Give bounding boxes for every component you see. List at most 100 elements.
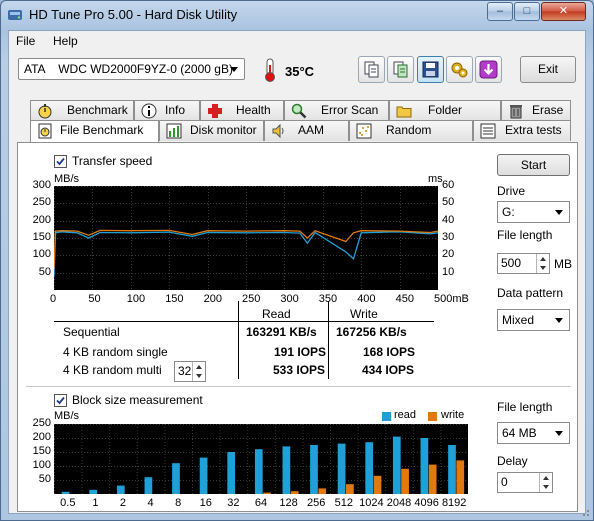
tab-error-scan[interactable]: Error Scan [284, 100, 389, 121]
transfer-left-unit: MB/s [54, 173, 80, 185]
start-button[interactable]: Start [497, 154, 570, 176]
block-bar-read-16 [199, 457, 208, 494]
tab-random-access[interactable]: Random Access [349, 120, 473, 156]
transfer-right-unit: ms [428, 173, 443, 185]
delay-spin-buttons[interactable] [539, 473, 552, 492]
tab-disk-monitor[interactable]: Disk monitor [159, 120, 264, 141]
drive-select-value: G: [502, 205, 515, 219]
block-bar-write-512 [346, 484, 354, 494]
block-x-label: 2 [119, 497, 127, 509]
tab-health-label: Health [236, 103, 271, 117]
block-bar-write-128 [290, 491, 299, 494]
download-button[interactable] [475, 56, 502, 83]
stopwatch-icon [38, 104, 52, 119]
tab-disk-monitor-label: Disk monitor [190, 123, 257, 137]
block-x-label: 1 [92, 497, 99, 509]
block-file-length-select[interactable]: 64 MB [497, 422, 570, 444]
options-button[interactable] [446, 56, 473, 83]
spin-up-icon[interactable] [537, 254, 549, 264]
close-button[interactable]: ✕ [541, 2, 586, 21]
queue-depth-stepper[interactable]: 32 [174, 361, 206, 382]
block-size-checkbox[interactable] [54, 394, 67, 407]
tab-extra-tests[interactable]: Extra tests [473, 120, 571, 141]
resize-grip-icon[interactable] [579, 506, 591, 518]
block-y-tick: 250 [32, 417, 51, 429]
chevron-down-icon [555, 431, 563, 436]
block-x-label: 1024 [359, 497, 384, 509]
spin-up-icon[interactable] [540, 473, 552, 483]
copy-text-button[interactable] [387, 56, 414, 83]
block-x-label: 32 [227, 497, 240, 509]
queue-depth-spin-buttons[interactable] [192, 362, 205, 381]
delay-label: Delay [497, 454, 528, 468]
drive-select[interactable]: G: [497, 201, 570, 223]
row-sequential-label: Sequential [63, 325, 120, 339]
transfer-x-tick: 500mB [434, 293, 469, 305]
transfer-speed-checkbox[interactable] [54, 155, 67, 168]
tab-benchmark[interactable]: Benchmark [30, 100, 134, 121]
transfer-x-tick: 150 [165, 293, 184, 305]
scatter-icon [356, 123, 372, 139]
file-length-spin-buttons[interactable] [536, 254, 549, 273]
client-area: File Help ATA WDC WD2000F9YZ-0 (2000 gB)… [8, 30, 586, 514]
tab-erase[interactable]: Erase [501, 100, 571, 121]
bar-chart-icon [166, 123, 182, 139]
file-length-stepper[interactable]: 500 [497, 253, 550, 274]
spin-up-icon[interactable] [193, 362, 205, 372]
maximize-button[interactable]: □ [514, 2, 540, 21]
block-y-tick: 50 [38, 473, 51, 485]
block-bar-read-4096 [420, 438, 429, 494]
tab-file-benchmark[interactable]: File Benchmark [30, 120, 159, 142]
transfer-y-right-tick: 50 [442, 196, 455, 209]
spin-down-icon[interactable] [537, 264, 549, 274]
stopwatch-file-icon [38, 123, 52, 139]
menu-help[interactable]: Help [53, 34, 78, 48]
legend-read-swatch [382, 412, 391, 421]
tab-health[interactable]: Health [200, 100, 284, 121]
block-bar-write-4096 [428, 464, 437, 494]
title-bar[interactable]: HD Tune Pro 5.00 - Hard Disk Utility – □… [1, 1, 593, 29]
checkmark-icon [56, 157, 65, 166]
magnifier-icon [291, 103, 307, 119]
transfer-speed-label: Transfer speed [72, 154, 153, 168]
tab-info-label: Info [165, 103, 186, 117]
save-icon [422, 61, 439, 78]
block-bar-read-4 [144, 477, 153, 494]
tab-extra-tests-label: Extra tests [505, 123, 562, 137]
results-column-divider-1 [238, 301, 239, 379]
delay-stepper[interactable]: 0 [497, 472, 553, 493]
block-x-label: 4 [147, 497, 154, 509]
copy-button[interactable] [358, 56, 385, 83]
block-bar-read-2048 [392, 436, 401, 494]
transfer-x-tick: 100 [126, 293, 146, 305]
app-icon [8, 10, 22, 20]
block-bar-read-512 [337, 443, 346, 494]
transfer-y-left-tick: 300 [32, 179, 51, 191]
tab-aam[interactable]: AAM [264, 120, 349, 141]
results-read-header: Read [262, 307, 291, 321]
app-window: HD Tune Pro 5.00 - Hard Disk Utility – □… [0, 0, 594, 521]
spin-down-icon[interactable] [193, 372, 205, 382]
trash-icon [510, 105, 522, 119]
save-button[interactable] [417, 56, 444, 83]
exit-button[interactable]: Exit [520, 56, 576, 83]
tab-info[interactable]: Info [134, 100, 200, 121]
block-bar-read-128 [282, 446, 291, 494]
info-icon [141, 103, 157, 119]
transfer-x-tick: 300 [280, 293, 299, 305]
drive-dropdown[interactable]: ATA WDC WD2000F9YZ-0 (2000 gB) [18, 58, 245, 80]
block-bar-read-0.5 [61, 491, 70, 494]
minimize-button[interactable]: – [487, 2, 513, 21]
data-pattern-select[interactable]: Mixed [497, 309, 570, 331]
transfer-x-tick: 0 [50, 293, 57, 305]
block-y-tick: 150 [32, 445, 51, 457]
menu-file[interactable]: File [16, 34, 35, 48]
block-unit: MB/s [54, 410, 80, 422]
transfer-y-left-tick: 200 [32, 213, 51, 226]
spin-down-icon[interactable] [540, 483, 552, 493]
row-random-multi-label: 4 KB random multi [63, 363, 162, 377]
tab-folder-usage[interactable]: Folder Usage [389, 100, 501, 136]
block-y-tick: 200 [32, 431, 51, 443]
block-bar-write-64 [263, 492, 271, 494]
block-x-label: 8 [175, 497, 182, 509]
